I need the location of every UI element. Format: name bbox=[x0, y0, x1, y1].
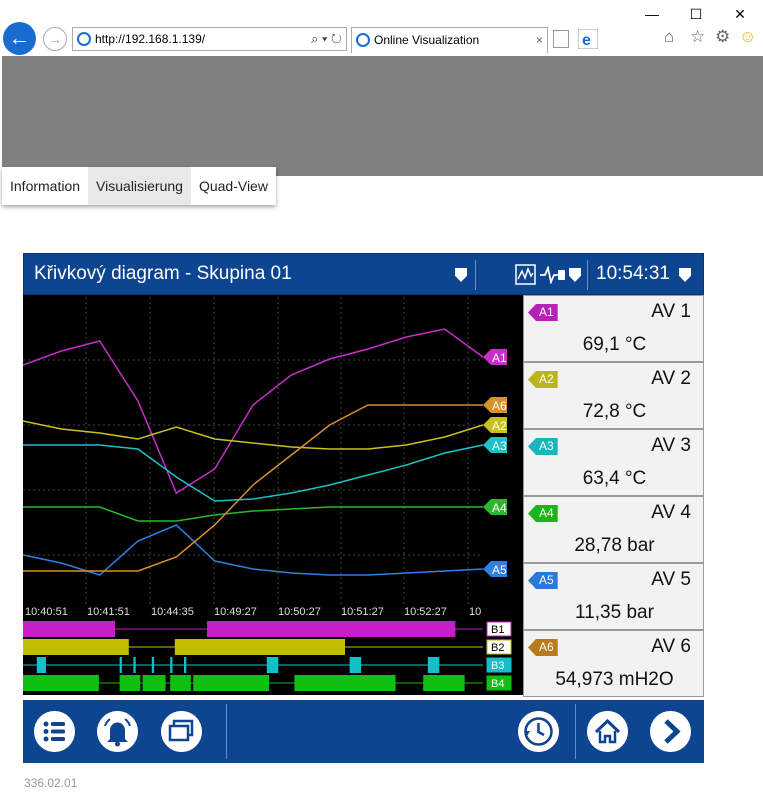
channel-name: AV 1 bbox=[651, 301, 691, 322]
toolbar-divider bbox=[575, 704, 576, 759]
bell-icon[interactable] bbox=[97, 711, 138, 752]
channel-name: AV 4 bbox=[651, 502, 691, 523]
menu-item-quad-view[interactable]: Quad-View bbox=[191, 167, 276, 205]
ie-icon bbox=[356, 32, 370, 47]
channel-value: 72,8 °C bbox=[582, 401, 647, 422]
channel-a1[interactable]: A1 AV 1 69,1 °C bbox=[523, 295, 704, 362]
gear-icon[interactable]: ⚙ bbox=[715, 27, 730, 47]
menu-item-visualisierung[interactable]: Visualisierung bbox=[88, 167, 191, 205]
x-tick-label: 10:51:27 bbox=[341, 606, 384, 618]
header-divider bbox=[587, 260, 588, 290]
menu-item-information[interactable]: Information bbox=[2, 167, 88, 205]
tab-online-visualization[interactable]: Online Visualization × bbox=[351, 27, 548, 53]
header-divider bbox=[475, 260, 476, 290]
channel-tag: A4 bbox=[528, 505, 558, 522]
x-tick-label: 10:49:27 bbox=[214, 606, 257, 618]
channel-tag: A3 bbox=[528, 438, 558, 455]
home-icon[interactable]: ⌂ bbox=[664, 27, 674, 47]
channel-value: 11,35 bar bbox=[575, 602, 654, 623]
dropdown-shield-icon[interactable] bbox=[569, 268, 581, 282]
bottom-toolbar bbox=[23, 700, 704, 763]
visualization-panel: Křivkový diagram - Skupina 01 10:54:31 A… bbox=[23, 253, 704, 763]
channel-tag: A6 bbox=[528, 639, 558, 656]
channel-tag: A5 bbox=[528, 572, 558, 589]
address-bar[interactable]: http://192.168.1.139/ ⌕ ▾ ↻ bbox=[72, 27, 347, 51]
binary-label-b2: B2 bbox=[491, 642, 504, 654]
windows-icon[interactable] bbox=[161, 711, 202, 752]
svg-text:A4: A4 bbox=[492, 501, 507, 515]
binary-label-b4: B4 bbox=[491, 678, 504, 690]
trend-chart[interactable]: A1 A2 A3 A4 A5 A6 10:40:51 10:41:51 10:44:35 10:4… bbox=[23, 295, 523, 695]
svg-text:A2: A2 bbox=[492, 419, 507, 433]
tab-title: Online Visualization bbox=[374, 33, 480, 47]
channel-a2[interactable]: A2 AV 2 72,8 °C bbox=[523, 362, 704, 429]
dropdown-shield-icon[interactable] bbox=[455, 268, 467, 282]
binary-label-b1: B1 bbox=[491, 624, 504, 636]
channel-a6[interactable]: A6 AV 6 54,973 mH2O bbox=[523, 630, 704, 697]
history-icon[interactable] bbox=[518, 711, 559, 752]
list-icon[interactable] bbox=[34, 711, 75, 752]
header-banner bbox=[2, 56, 763, 176]
x-tick-label: 10:44:35 bbox=[151, 606, 194, 618]
channel-name: AV 5 bbox=[651, 569, 691, 590]
back-icon[interactable]: ← bbox=[3, 22, 36, 55]
star-icon[interactable]: ☆ bbox=[690, 27, 705, 47]
svg-text:e: e bbox=[582, 32, 591, 49]
channel-a5[interactable]: A5 AV 5 11,35 bar bbox=[523, 563, 704, 630]
panel-title: Křivkový diagram - Skupina 01 bbox=[34, 263, 292, 284]
channel-value: 69,1 °C bbox=[582, 334, 647, 355]
channel-value: 28,78 bar bbox=[574, 535, 655, 556]
ie-icon[interactable]: e bbox=[578, 29, 598, 49]
svg-text:A5: A5 bbox=[492, 563, 507, 577]
url-text: http://192.168.1.139/ bbox=[95, 32, 206, 46]
channel-name: AV 2 bbox=[651, 368, 691, 389]
x-tick-label: 10:52:27 bbox=[404, 606, 447, 618]
next-icon[interactable] bbox=[650, 711, 691, 752]
channel-a4[interactable]: A4 AV 4 28,78 bar bbox=[523, 496, 704, 563]
pulse-icon[interactable] bbox=[540, 266, 566, 284]
channel-name: AV 6 bbox=[651, 636, 691, 657]
maximize-button[interactable]: ☐ bbox=[686, 4, 706, 24]
panel-header: Křivkový diagram - Skupina 01 10:54:31 bbox=[23, 253, 704, 295]
forward-icon[interactable]: → bbox=[43, 27, 67, 51]
minimize-button[interactable]: — bbox=[642, 4, 662, 24]
binary-label-b3: B3 bbox=[491, 660, 504, 672]
clock-time: 10:54:31 bbox=[596, 263, 670, 284]
version-label: 336.02.01 bbox=[24, 776, 78, 790]
search-icon[interactable]: ⌕ ▾ ↻ bbox=[311, 28, 342, 50]
close-tab-icon[interactable]: × bbox=[536, 28, 543, 52]
channel-name: AV 3 bbox=[651, 435, 691, 456]
toolbar-divider bbox=[226, 704, 227, 759]
browser-toolbar: — ☐ ✕ ← → http://192.168.1.139/ ⌕ ▾ ↻ On… bbox=[0, 0, 763, 55]
ie-icon bbox=[77, 31, 91, 46]
x-tick-label: 10:41:51 bbox=[87, 606, 130, 618]
x-tick-label: 10:50:27 bbox=[278, 606, 321, 618]
svg-text:A6: A6 bbox=[492, 399, 507, 413]
svg-text:A1: A1 bbox=[492, 351, 507, 365]
svg-text:A3: A3 bbox=[492, 439, 507, 453]
channel-value: 54,973 mH2O bbox=[555, 669, 674, 690]
channel-a3[interactable]: A3 AV 3 63,4 °C bbox=[523, 429, 704, 496]
close-window-button[interactable]: ✕ bbox=[730, 4, 750, 24]
channel-sidebar: A1 AV 1 69,1 °C A2 AV 2 72,8 °C A3 AV 3 63,4 °C A… bbox=[523, 295, 704, 699]
channel-tag: A2 bbox=[528, 371, 558, 388]
x-tick-label: 10:40:51 bbox=[25, 606, 68, 618]
new-tab-button[interactable] bbox=[553, 30, 569, 48]
home-button-icon[interactable] bbox=[587, 711, 628, 752]
dropdown-shield-icon[interactable] bbox=[679, 268, 691, 282]
x-tick-label: 10 bbox=[469, 606, 481, 618]
chart-wave-icon[interactable] bbox=[515, 264, 536, 285]
main-menu: Information Visualisierung Quad-View bbox=[2, 167, 276, 205]
channel-value: 63,4 °C bbox=[582, 468, 647, 489]
channel-tag: A1 bbox=[528, 304, 558, 321]
smiley-icon[interactable]: ☺ bbox=[739, 27, 756, 47]
